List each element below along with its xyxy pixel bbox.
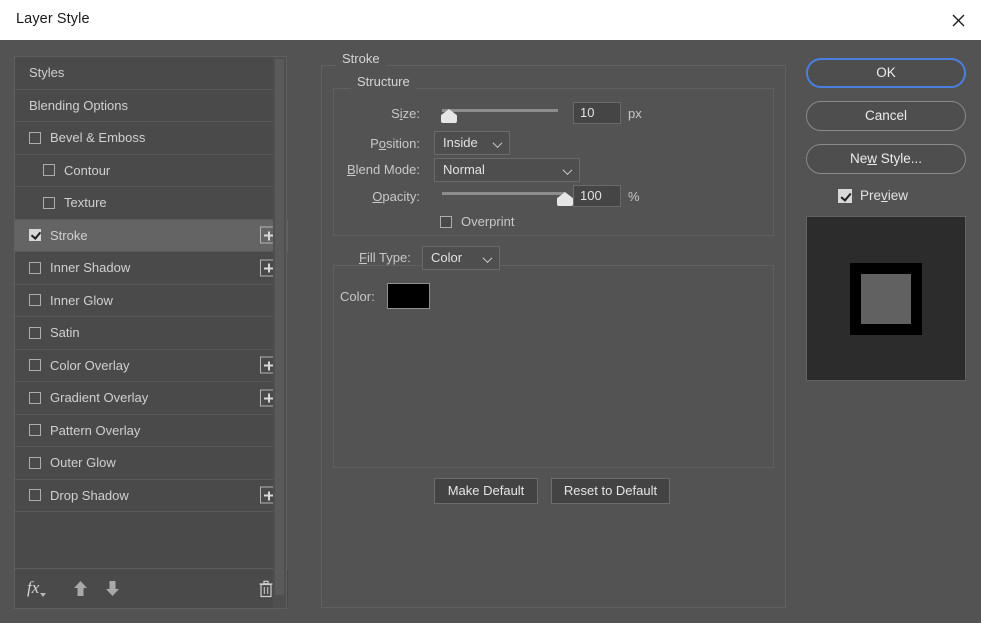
window-title: Layer Style: [16, 11, 90, 27]
overprint-checkbox[interactable]: Overprint: [440, 214, 514, 229]
effects-list-item-inner-shadow[interactable]: Inner Shadow: [15, 252, 288, 285]
blend-mode-value: Normal: [443, 162, 485, 177]
effects-list-item-blending-options[interactable]: Blending Options: [15, 90, 288, 122]
position-label: Position:: [370, 136, 420, 151]
effects-list-item-label: Inner Shadow: [50, 260, 131, 276]
fx-label: fx: [27, 578, 40, 597]
overprint-label: Overprint: [461, 214, 515, 229]
checkbox-icon[interactable]: [29, 391, 41, 404]
effects-list-item-pattern-overlay[interactable]: Pattern Overlay: [15, 415, 288, 447]
opacity-slider-track[interactable]: [442, 192, 565, 195]
chevron-down-icon: [482, 253, 493, 264]
opacity-unit: %: [628, 189, 640, 204]
checkbox-icon[interactable]: [29, 456, 41, 469]
size-input[interactable]: 10: [573, 102, 621, 124]
fill-type-value: Color: [431, 250, 463, 265]
checkbox-icon[interactable]: [29, 359, 41, 372]
checkbox-checked-icon[interactable]: [29, 229, 41, 242]
effects-list-scrollbar[interactable]: [273, 56, 287, 609]
fill-type-label: Fill Type:: [359, 250, 411, 265]
size-slider[interactable]: [440, 105, 558, 123]
preview-shape: [850, 262, 922, 335]
effects-list-item-label: Outer Glow: [50, 455, 116, 471]
checkbox-icon[interactable]: [43, 196, 55, 209]
size-slider-track[interactable]: [442, 109, 558, 112]
effects-list-item-satin[interactable]: Satin: [15, 317, 288, 350]
cancel-button[interactable]: Cancel: [806, 101, 966, 131]
preview-thumbnail: [806, 216, 966, 381]
move-up-button[interactable]: [73, 580, 88, 602]
close-icon: [952, 14, 964, 26]
stroke-group-title: Stroke: [336, 51, 386, 66]
effects-list-item-label: Contour: [64, 162, 111, 178]
blend-mode-dropdown[interactable]: Normal: [434, 158, 580, 182]
effects-list-item-label: Stroke: [50, 227, 88, 243]
effects-list-item-label: Color Overlay: [50, 357, 130, 373]
preview-checkbox[interactable]: Preview: [838, 188, 908, 203]
position-value: Inside: [443, 135, 478, 150]
checkbox-icon[interactable]: [43, 164, 55, 177]
size-label: Size:: [391, 106, 420, 121]
position-dropdown[interactable]: Inside: [434, 131, 510, 155]
checkbox-icon[interactable]: [29, 294, 41, 307]
structure-group-title: Structure: [351, 74, 416, 89]
chevron-down-icon: [492, 138, 503, 149]
ok-button[interactable]: OK: [806, 58, 966, 88]
effects-list-panel: Styles Blending Options Bevel & Emboss Cont…: [14, 56, 288, 609]
effects-list[interactable]: Styles Blending Options Bevel & Emboss Cont…: [15, 57, 288, 569]
make-default-button[interactable]: Make Default: [434, 478, 538, 504]
delete-effect-button[interactable]: [258, 580, 274, 603]
blend-mode-label: Blend Mode:: [347, 162, 420, 177]
checkbox-checked-icon: [838, 188, 852, 203]
effects-list-item-label: Texture: [64, 195, 107, 211]
checkbox-icon[interactable]: [29, 424, 41, 437]
size-unit: px: [628, 106, 642, 121]
effects-list-toolbar: fx: [15, 568, 288, 608]
preview-label: Preview: [860, 188, 909, 203]
fill-type-dropdown[interactable]: Color: [422, 246, 500, 270]
effects-list-item-label: Blending Options: [29, 97, 129, 113]
fill-type-legend: Fill Type:: [355, 250, 415, 265]
chevron-down-icon: [562, 165, 573, 176]
checkbox-icon[interactable]: [29, 131, 41, 144]
arrow-up-icon: [74, 581, 87, 596]
effects-list-item-texture[interactable]: Texture: [15, 187, 288, 220]
effects-list-item-label: Bevel & Emboss: [50, 130, 146, 146]
checkbox-icon[interactable]: [29, 326, 41, 339]
move-down-button[interactable]: [105, 580, 120, 602]
checkbox-icon[interactable]: [29, 489, 41, 502]
effects-list-item-color-overlay[interactable]: Color Overlay: [15, 350, 288, 382]
effects-list-item-label: Inner Glow: [50, 292, 113, 308]
effects-list-item-stroke[interactable]: Stroke: [15, 219, 288, 252]
effects-list-item-label: Styles: [29, 65, 65, 81]
effects-list-item-contour[interactable]: Contour: [15, 155, 288, 187]
new-style-button[interactable]: New Style...: [806, 144, 966, 174]
effects-list-item-drop-shadow[interactable]: Drop Shadow: [15, 480, 288, 512]
reset-to-default-button[interactable]: Reset to Default: [551, 478, 670, 504]
close-button[interactable]: [935, 0, 981, 40]
effects-list-item-bevel-emboss[interactable]: Bevel & Emboss: [15, 122, 288, 155]
effects-list-item-label: Pattern Overlay: [50, 422, 141, 438]
fx-menu-icon[interactable]: fx: [27, 578, 47, 598]
opacity-slider[interactable]: [442, 188, 573, 206]
opacity-label: Opacity:: [372, 189, 420, 204]
layer-style-dialog: Layer Style Styles Blending Options Bevel …: [0, 0, 981, 623]
title-bar: Layer Style: [0, 0, 981, 40]
color-swatch[interactable]: [387, 283, 430, 309]
checkbox-icon[interactable]: [29, 261, 41, 274]
effects-list-item-outer-glow[interactable]: Outer Glow: [15, 447, 288, 480]
opacity-input[interactable]: 100: [573, 185, 621, 207]
effects-list-item-label: Drop Shadow: [50, 487, 129, 503]
effects-list-item-gradient-overlay[interactable]: Gradient Overlay: [15, 382, 288, 415]
checkbox-icon: [440, 215, 452, 228]
trash-icon: [259, 580, 273, 598]
chevron-down-icon: [40, 593, 47, 597]
color-label: Color:: [340, 289, 375, 304]
arrow-down-icon: [106, 581, 119, 596]
effects-list-item-label: Satin: [50, 325, 80, 341]
effects-list-item-label: Gradient Overlay: [50, 390, 149, 406]
effects-list-item-styles[interactable]: Styles: [15, 57, 288, 90]
scrollbar-thumb[interactable]: [275, 59, 284, 595]
effects-list-item-inner-glow[interactable]: Inner Glow: [15, 285, 288, 317]
